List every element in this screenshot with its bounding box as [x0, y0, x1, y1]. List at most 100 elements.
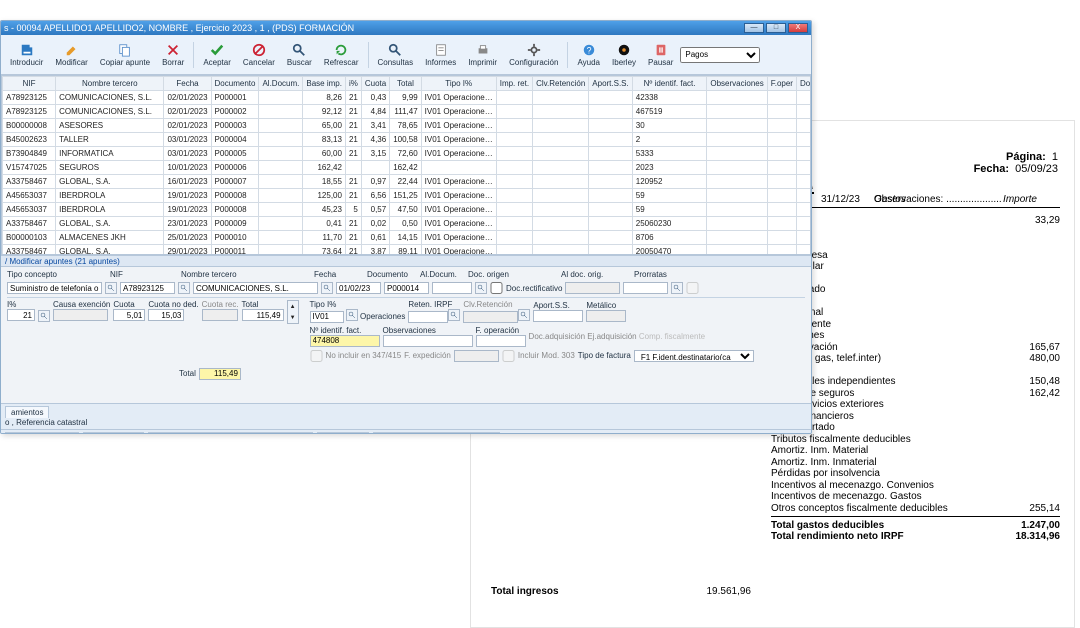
toolbar-pagos-select[interactable]: Pagos [680, 47, 760, 63]
col-header[interactable]: Observaciones [707, 77, 767, 91]
toolbar-cancelar[interactable]: Cancelar [238, 41, 280, 69]
col-header[interactable]: Cuota [361, 77, 389, 91]
spin-down-icon[interactable]: ▼ [288, 312, 298, 323]
col-header[interactable]: NIF [3, 77, 56, 91]
table-row[interactable]: A78923125COMUNICACIONES, S.L.02/01/2023P… [3, 105, 812, 119]
table-row[interactable]: B45002623TALLER03/01/2023P00000483,13214… [3, 133, 812, 147]
causa-ex-input [53, 309, 108, 321]
tab-amientos[interactable]: amientos [5, 406, 49, 418]
total2-input[interactable] [199, 368, 241, 380]
table-row[interactable]: A33758467GLOBAL, S.A.23/01/2023P0000090,… [3, 217, 812, 231]
doc-rect-check[interactable] [490, 282, 503, 294]
titlebar[interactable]: s - 00094 APELLIDO1 APELLIDO2, NOMBRE , … [1, 21, 811, 35]
table-row[interactable]: A33758467GLOBAL, S.A.29/01/2023P00001173… [3, 245, 812, 256]
table-row[interactable]: A45653037IBERDROLA19/01/2023P000008125,0… [3, 189, 812, 203]
cuota-input[interactable] [113, 309, 145, 321]
report-left-total: Total ingresos 19.561,96 [491, 586, 559, 597]
total-input[interactable] [242, 309, 284, 321]
status-cliente: 00094 APELLIDO1 APELLIDO2, NOMBRE [148, 432, 314, 434]
col-header[interactable]: Fecha [164, 77, 211, 91]
obs-input[interactable] [383, 335, 473, 347]
ipct-input[interactable] [7, 309, 35, 321]
toolbar-informes[interactable]: Informes [420, 41, 461, 69]
toolbar-ayuda[interactable]: ?Ayuda [572, 41, 605, 69]
table-row[interactable]: A45653037IBERDROLA19/01/2023P00000845,23… [3, 203, 812, 217]
foper-input[interactable] [476, 335, 526, 347]
toolbar-modificar[interactable]: Modificar [50, 41, 92, 69]
fecha-input[interactable] [336, 282, 381, 294]
col-header[interactable]: Nº identif. fact. [632, 77, 707, 91]
toolbar-aceptar[interactable]: Aceptar [198, 41, 236, 69]
toolbar-iberley[interactable]: Iberley [607, 41, 641, 69]
tipo-concepto-search[interactable] [105, 282, 117, 294]
tercero-search[interactable] [321, 282, 333, 294]
al-docum-input[interactable] [432, 282, 472, 294]
aportss-input[interactable] [533, 310, 583, 322]
ledger-table[interactable]: NIFNombre terceroFechaDocumentoAl.Docum.… [2, 76, 811, 255]
app-window: s - 00094 APELLIDO1 APELLIDO2, NOMBRE , … [0, 20, 812, 434]
table-row[interactable]: B00000008ASESORES02/01/2023P00000365,002… [3, 119, 812, 133]
status-mode: ia+ED+SII+RGPD [5, 432, 79, 434]
ipct-search[interactable] [38, 310, 50, 322]
nif-search[interactable] [178, 282, 190, 294]
midbar: / Modificar apuntes (21 apuntes) [1, 255, 811, 267]
tipo-concepto-input[interactable] [7, 282, 102, 294]
nif-input[interactable] [120, 282, 175, 294]
footer: amientos o , Referencia catastral ia+ED+… [1, 403, 811, 433]
col-header[interactable]: Nombre tercero [56, 77, 164, 91]
toolbar-consultas[interactable]: Consultas [373, 41, 419, 69]
cuota-rec-input [202, 309, 238, 321]
fexp-input [454, 350, 499, 362]
tipo-factura-select[interactable]: F1 F.ident.destinatario(ca [634, 350, 754, 362]
spin-up-icon[interactable]: ▲ [288, 301, 298, 312]
tipo-ipct-input[interactable] [310, 311, 344, 323]
reten-search[interactable] [448, 309, 460, 321]
status-dni: 77088955H [317, 432, 368, 434]
al-doc-orig-search[interactable] [671, 282, 683, 294]
status-date: martes, 5 de septiembre de 2023 [373, 432, 500, 434]
toolbar-refrescar[interactable]: Refrescar [319, 41, 364, 69]
reten-input[interactable] [408, 311, 448, 323]
window-max-button[interactable]: □ [766, 23, 786, 33]
incluir-mod-check [502, 350, 515, 362]
report-date: 05/09/23 [1015, 163, 1058, 175]
al-docum-search[interactable] [475, 282, 487, 294]
report-page-num: 1 [1052, 151, 1058, 163]
col-header[interactable]: Documento [211, 77, 259, 91]
table-row[interactable]: A78923125COMUNICACIONES, S.L.02/01/2023P… [3, 91, 812, 105]
table-row[interactable]: B00000103ALMACENES JKH25/01/2023P0000101… [3, 231, 812, 245]
col-header[interactable]: Tipo I% [421, 77, 496, 91]
tab-ref-catastral[interactable]: o , Referencia catastral [5, 418, 87, 427]
col-header[interactable]: Total [390, 77, 421, 91]
toolbar-copiar-apunte[interactable]: Copiar apunte [95, 41, 155, 69]
table-row[interactable]: V15747025SEGUROS10/01/2023P000006162,421… [3, 161, 812, 175]
tercero-input[interactable] [193, 282, 318, 294]
col-header[interactable]: i% [345, 77, 361, 91]
documento-input[interactable] [384, 282, 429, 294]
window-close-button[interactable]: X [788, 23, 808, 33]
line-spinner[interactable]: ▲▼ [287, 300, 299, 324]
cuota-noded-input[interactable] [148, 309, 184, 321]
toolbar-imprimir[interactable]: Imprimir [463, 41, 502, 69]
toolbar-introducir[interactable]: Introducir [5, 41, 48, 69]
col-header[interactable]: Clv.Retención [533, 77, 589, 91]
prorratas-check [686, 282, 699, 294]
clv-ret-search[interactable] [518, 309, 530, 321]
col-header[interactable]: Doc. [796, 77, 811, 91]
table-row[interactable]: A33758467GLOBAL, S.A.16/01/2023P00000718… [3, 175, 812, 189]
table-row[interactable]: B73904849INFORMATICA03/01/2023P00000560,… [3, 147, 812, 161]
tipo-ipct-search[interactable] [346, 309, 358, 321]
col-header[interactable]: F.oper [767, 77, 796, 91]
toolbar-buscar[interactable]: Buscar [282, 41, 317, 69]
toolbar-config[interactable]: Configuración [504, 41, 563, 69]
toolbar-borrar[interactable]: Borrar [157, 41, 189, 69]
toolbar-pausar[interactable]: Pausar [643, 41, 678, 69]
col-header[interactable]: Imp. ret. [496, 77, 532, 91]
nidentif-input[interactable] [310, 335, 380, 347]
al-doc-orig-input[interactable] [623, 282, 668, 294]
window-min-button[interactable]: — [744, 23, 764, 33]
ledger-grid[interactable]: NIFNombre terceroFechaDocumentoAl.Docum.… [1, 75, 811, 255]
col-header[interactable]: Al.Docum. [259, 77, 303, 91]
col-header[interactable]: Aport.S.S. [589, 77, 632, 91]
col-header[interactable]: Base imp. [303, 77, 346, 91]
